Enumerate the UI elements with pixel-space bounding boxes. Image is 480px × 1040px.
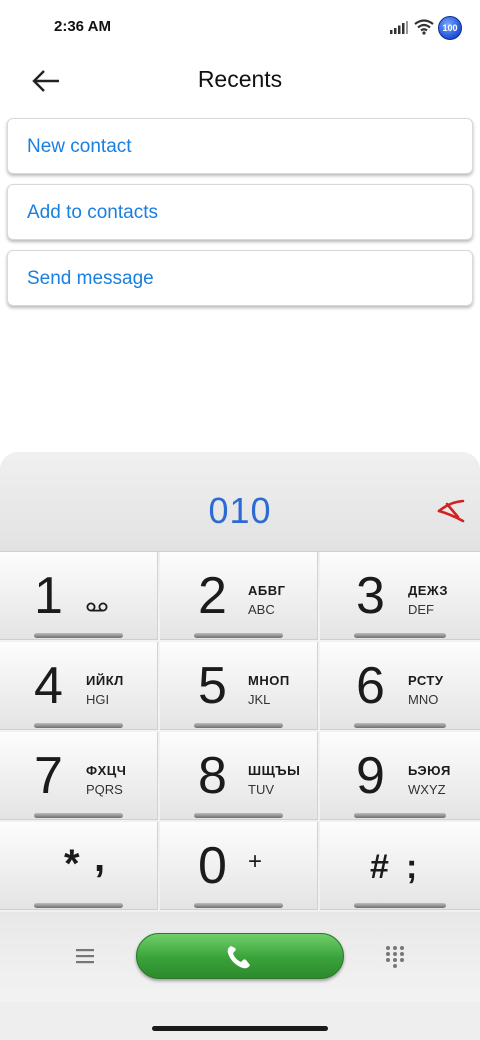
key-letters-cyrillic: РСТУ	[408, 673, 444, 688]
key-digit: 8	[198, 747, 227, 805]
key-5[interactable]: 5 МНОП JKL	[160, 642, 318, 730]
key-letters-cyrillic: МНОП	[248, 673, 290, 688]
keypad: 1 2 АБВГ ABC 3 ДЕЖЗ DEF 4 ИЙКЛ HGI 5 МНО…	[0, 552, 480, 912]
key-0[interactable]: 0 +	[160, 822, 318, 910]
key-letters-latin: DEF	[408, 602, 434, 617]
hash-symbol: #	[370, 848, 389, 886]
delete-icon[interactable]	[436, 498, 466, 524]
key-letters-latin: TUV	[248, 782, 274, 797]
key-letters-cyrillic: АБВГ	[248, 583, 286, 598]
battery-icon: 100	[438, 16, 462, 40]
key-letters-cyrillic: ФХЦЧ	[86, 763, 127, 778]
key-letters-latin: HGI	[86, 692, 110, 707]
signal-icon	[390, 21, 408, 34]
key-6[interactable]: 6 РСТУ MNO	[320, 642, 480, 730]
comma-symbol: ,	[94, 836, 106, 880]
key-digit: 0	[198, 837, 227, 895]
key-1[interactable]: 1	[0, 552, 158, 640]
key-letters-latin: WXYZ	[408, 782, 446, 797]
key-letters-latin: ABC	[248, 602, 275, 617]
dialpad-icon[interactable]	[384, 944, 406, 968]
plus-symbol: +	[248, 848, 263, 875]
menu-icon[interactable]	[74, 946, 96, 966]
key-digit: 2	[198, 567, 227, 625]
key-letters-cyrillic: ИЙКЛ	[86, 673, 124, 688]
key-digit: 5	[198, 657, 227, 715]
phone-icon	[227, 946, 250, 969]
semicolon-symbol: ;	[406, 848, 418, 886]
key-letters-latin: JKL	[248, 692, 271, 707]
key-digit: 4	[34, 657, 63, 715]
key-4[interactable]: 4 ИЙКЛ HGI	[0, 642, 158, 730]
key-letters-cyrillic: ДЕЖЗ	[408, 583, 448, 598]
key-digit: 9	[356, 747, 385, 805]
key-star[interactable]: * ,	[0, 822, 158, 910]
key-digit: 7	[34, 747, 63, 805]
dialed-number: 010	[208, 490, 272, 531]
home-indicator[interactable]	[152, 1026, 328, 1031]
call-button[interactable]	[136, 933, 344, 979]
key-digit: 3	[356, 567, 385, 625]
new-contact-button[interactable]: New contact	[7, 118, 473, 174]
status-time: 2:36 AM	[54, 18, 111, 35]
key-hash[interactable]: # ;	[320, 822, 480, 910]
star-symbol: *	[64, 842, 80, 886]
send-message-button[interactable]: Send message	[7, 250, 473, 306]
key-8[interactable]: 8 ШЩЪЫ TUV	[160, 732, 318, 820]
voicemail-icon	[86, 602, 108, 612]
key-letters-latin: PQRS	[86, 782, 123, 797]
wifi-icon	[414, 19, 434, 35]
key-digit: 1	[34, 567, 63, 625]
key-7[interactable]: 7 ФХЦЧ PQRS	[0, 732, 158, 820]
key-9[interactable]: 9 ЬЭЮЯ WXYZ	[320, 732, 480, 820]
key-3[interactable]: 3 ДЕЖЗ DEF	[320, 552, 480, 640]
page-title: Recents	[197, 66, 283, 92]
key-letters-cyrillic: ШЩЪЫ	[248, 763, 301, 778]
key-digit: 6	[356, 657, 385, 715]
status-bar: 2:36 AM 100	[0, 0, 480, 56]
number-display: 010	[0, 452, 480, 552]
add-to-contacts-button[interactable]: Add to contacts	[7, 184, 473, 240]
key-letters-latin: MNO	[408, 692, 439, 707]
key-letters-cyrillic: ЬЭЮЯ	[408, 763, 451, 778]
key-2[interactable]: 2 АБВГ ABC	[160, 552, 318, 640]
